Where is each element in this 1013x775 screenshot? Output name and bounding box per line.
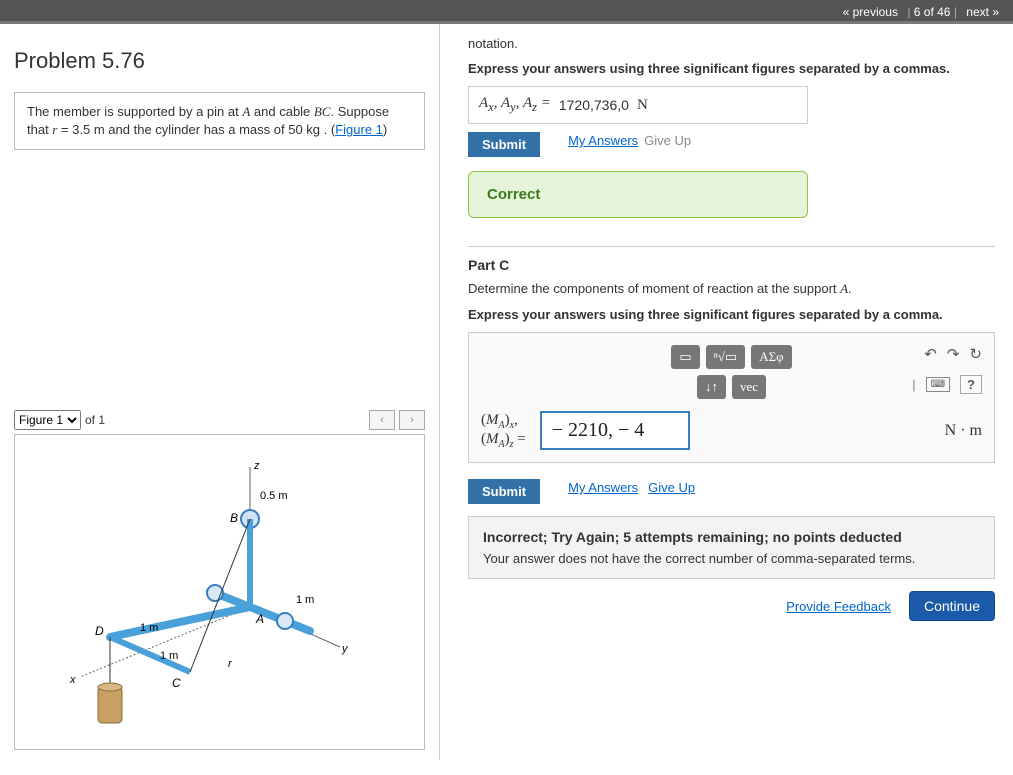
toolbar-redo-icon[interactable]: ↷ [947, 345, 960, 363]
toolbar-undo-icon[interactable]: ↶ [924, 345, 937, 363]
problem-title: Problem 5.76 [14, 48, 425, 74]
partC-my-answers-link[interactable]: My Answers [568, 480, 638, 495]
label-D: D [95, 624, 104, 638]
partB-answer-display: Ax, Ay, Az = 1720,736,0 N [468, 86, 808, 124]
toolbar-sqrt-icon[interactable]: ⁿ√▭ [706, 345, 746, 369]
equation-editor: ▭ ⁿ√▭ ΑΣφ ↶ ↷ ↻ ↓↑ vec | ⌨ ? [468, 332, 995, 463]
figure-next-button[interactable]: › [399, 410, 425, 430]
nav-position: 6 of 46 [914, 5, 951, 19]
figure-prev-button[interactable]: ‹ [369, 410, 395, 430]
label-C: C [172, 676, 181, 690]
partC-give-up-link[interactable]: Give Up [648, 480, 695, 495]
continue-button[interactable]: Continue [909, 591, 995, 621]
label-r: r [228, 658, 233, 670]
dim-1m-b: 1 m [140, 622, 158, 634]
partC-feedback-incorrect: Incorrect; Try Again; 5 attempts remaini… [468, 516, 995, 579]
next-link[interactable]: next » [960, 5, 1005, 19]
label-A: A [255, 612, 264, 626]
toolbar-reset-icon[interactable]: ↻ [969, 345, 982, 363]
partB-status-correct: Correct [468, 171, 808, 218]
axis-y-label: y [341, 643, 349, 655]
toolbar-greek-icon[interactable]: ΑΣφ [751, 345, 791, 369]
dim-05m: 0.5 m [260, 490, 288, 502]
figure-count: of 1 [85, 413, 105, 427]
partB-give-up[interactable]: Give Up [644, 133, 691, 148]
axis-z-label: z [253, 460, 260, 472]
partB-notation: notation. [468, 36, 995, 51]
toolbar-template-icon[interactable]: ▭ [671, 345, 699, 369]
prev-link[interactable]: « previous [837, 5, 904, 19]
figure-diagram: z y x B 0.5 m A 1 m D 1 m [40, 447, 400, 737]
section-divider [468, 246, 995, 247]
partC-unit: N · m [945, 422, 982, 440]
partB-my-answers-link[interactable]: My Answers [568, 133, 638, 148]
partC-submit-button[interactable]: Submit [468, 479, 540, 504]
partC-answer-input[interactable]: − 2210, − 4 [540, 411, 690, 450]
left-column: Problem 5.76 The member is supported by … [0, 24, 440, 760]
dim-1m-c: 1 m [160, 650, 178, 662]
partC-feedback-title: Incorrect; Try Again; 5 attempts remaini… [483, 529, 980, 545]
partC-title: Part C [468, 257, 995, 273]
axis-x-label: x [69, 674, 76, 686]
problem-statement: The member is supported by a pin at A an… [14, 92, 425, 150]
partC-prompt: Determine the components of moment of re… [468, 281, 995, 297]
partB-instruction: Express your answers using three signifi… [468, 61, 995, 76]
dim-1m-a: 1 m [296, 594, 314, 606]
toolbar-updown-icon[interactable]: ↓↑ [697, 375, 726, 399]
figure-select[interactable]: Figure 1 [14, 410, 81, 430]
partC-feedback-body: Your answer does not have the correct nu… [483, 551, 980, 566]
toolbar-vec-button[interactable]: vec [732, 375, 766, 399]
toolbar-keyboard-icon[interactable]: ⌨ [926, 377, 950, 392]
figure-link[interactable]: Figure 1 [335, 122, 383, 137]
partC-instruction: Express your answers using three signifi… [468, 307, 995, 322]
provide-feedback-link[interactable]: Provide Feedback [786, 599, 891, 614]
partB-submit-button[interactable]: Submit [468, 132, 540, 157]
partB-unit: N [637, 97, 648, 114]
label-B: B [230, 511, 238, 525]
top-nav: « previous | 6 of 46 | next » [0, 0, 1013, 24]
partB-value: 1720,736,0 [559, 97, 629, 113]
figure-panel: z y x B 0.5 m A 1 m D 1 m [14, 434, 425, 750]
partC-lhs: (MA)x, (MA)z = [481, 412, 526, 450]
right-column: notation. Express your answers using thr… [440, 24, 1013, 760]
partB-lhs: Ax, Ay, Az = [479, 95, 551, 115]
figure-selector-row: Figure 1 of 1 ‹ › [14, 410, 425, 430]
toolbar-help-icon[interactable]: ? [960, 375, 982, 394]
